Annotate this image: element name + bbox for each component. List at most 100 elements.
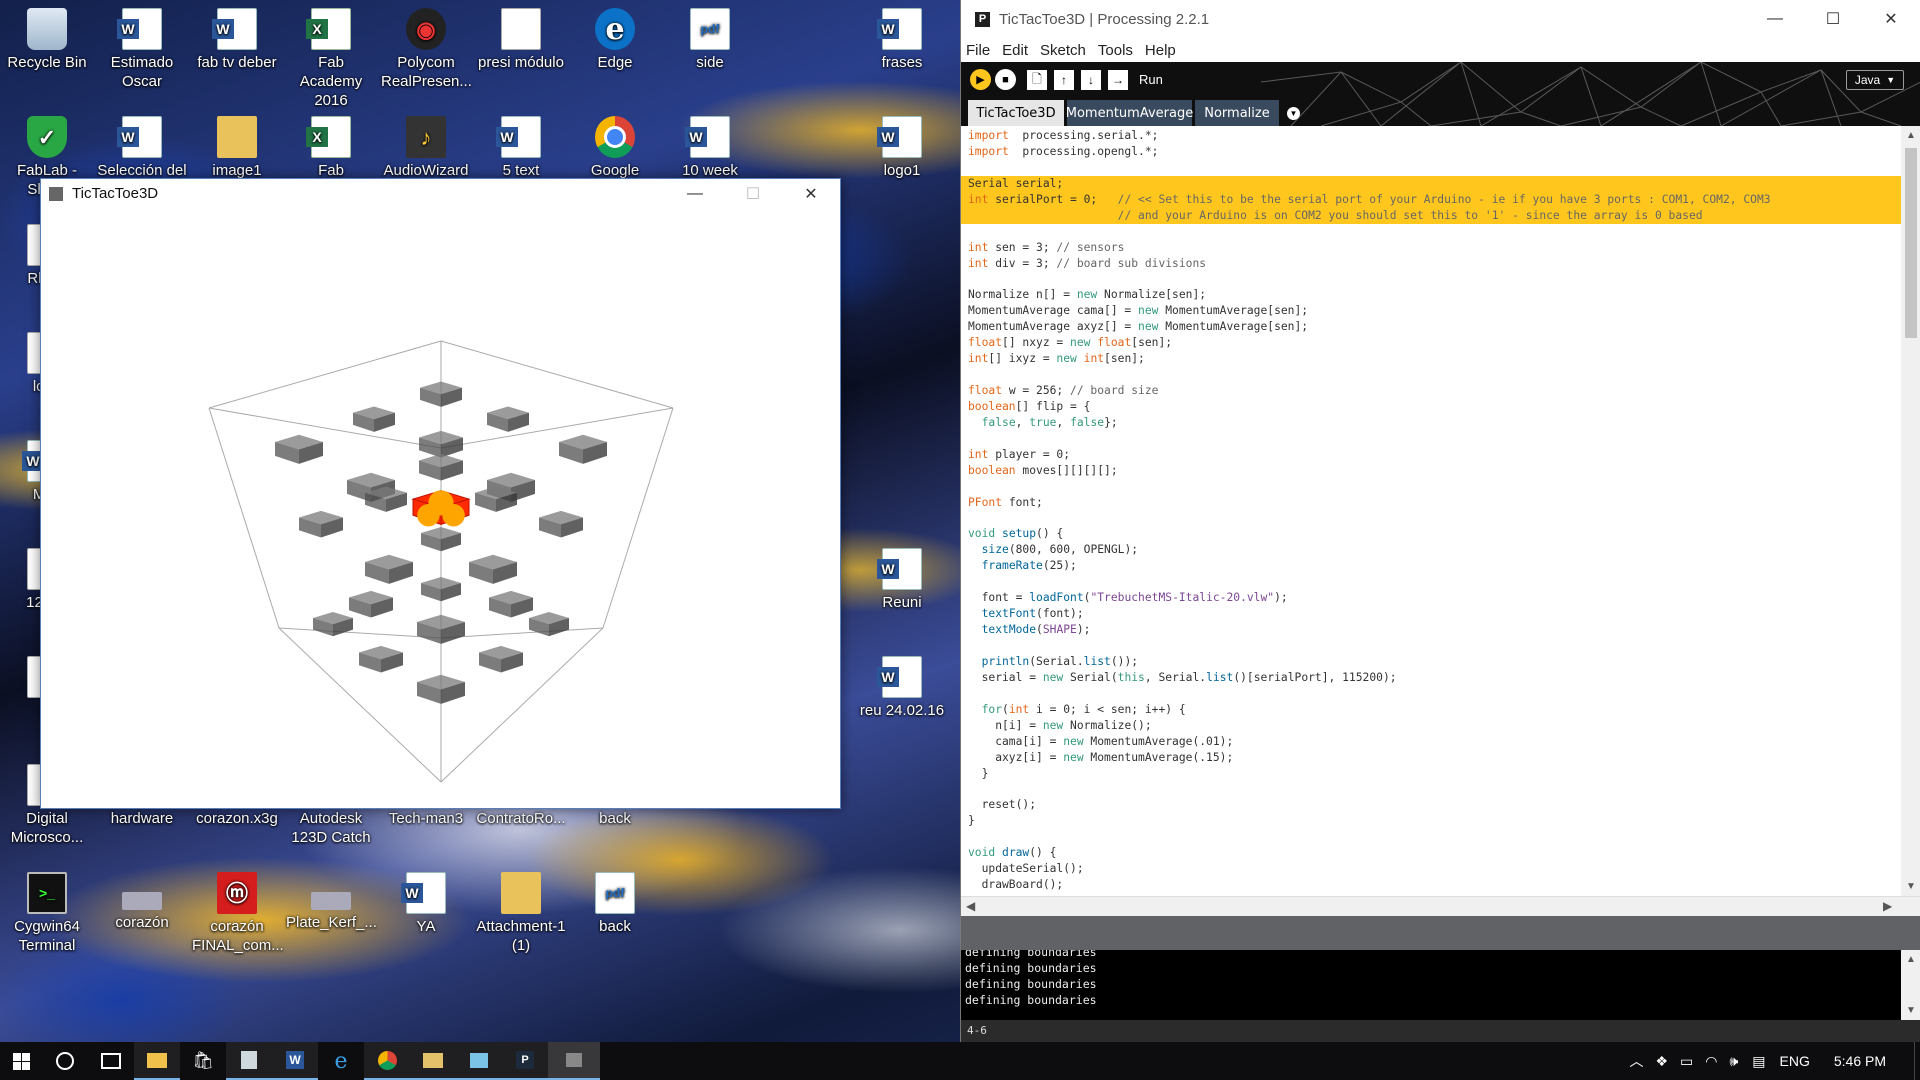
sketch-titlebar[interactable]: TicTacToe3D — ☐ ✕ (41, 179, 840, 208)
desktop-icon[interactable]: Estimado Oscar (97, 8, 187, 91)
show-hidden-icons-chevron-icon[interactable]: ︿ (1629, 1051, 1643, 1071)
code-line: float w = 256; // board size (968, 384, 1159, 397)
run-button[interactable]: ▶ (970, 69, 991, 90)
taskbar-processing[interactable]: P (502, 1042, 548, 1080)
board-frame-edge (278, 627, 442, 639)
tictactoe-3d-canvas[interactable] (41, 208, 840, 808)
desktop-icon[interactable]: Reuni (857, 548, 947, 612)
mode-selector[interactable]: Java ▼ (1846, 70, 1904, 90)
notification-icon[interactable]: ▤ (1752, 1053, 1765, 1070)
editor-horizontal-scrollbar[interactable]: ◀ ▶ (961, 896, 1920, 916)
desktop-icon[interactable]: >_ Cygwin64 Terminal (2, 872, 92, 955)
taskbar-folder[interactable] (410, 1042, 456, 1080)
taskbar-word[interactable]: W (272, 1042, 318, 1080)
open-sketch-button[interactable]: ↑ (1054, 70, 1074, 90)
desktop-icon[interactable]: Google (570, 116, 660, 180)
excel-doc-icon (306, 116, 351, 158)
volume-icon[interactable]: 🕪 (1729, 1053, 1738, 1070)
stop-button[interactable]: ■ (995, 69, 1016, 90)
close-button[interactable]: ✕ (782, 179, 840, 208)
desktop-icon[interactable]: presi módulo (476, 8, 566, 72)
tab-momentumaverage[interactable]: MomentumAverage (1066, 100, 1193, 126)
code-line: size(800, 600, OPENGL); (981, 543, 1139, 557)
desktop-icon[interactable]: reu 24.02.16 (857, 656, 947, 720)
desktop-icon[interactable]: pdf side (665, 8, 755, 72)
desktop-icon[interactable]: fab tv deber (192, 8, 282, 72)
dropbox-icon[interactable]: ❖ (1655, 1053, 1668, 1070)
desktop-icon[interactable]: ⓜ corazón FINAL_com... (192, 872, 284, 955)
code-line: int div = 3; // board sub divisions (968, 256, 1207, 270)
language-indicator[interactable]: ENG (1780, 1053, 1810, 1069)
taskbar-file-explorer[interactable] (134, 1042, 180, 1080)
wifi-icon[interactable]: ◠ (1705, 1053, 1717, 1070)
desktop-icon[interactable]: 10 week (665, 116, 755, 180)
ide-minimize-button[interactable]: — (1746, 5, 1804, 34)
desktop-icon[interactable]: 5 text (476, 116, 566, 180)
save-sketch-button[interactable]: ↓ (1081, 70, 1101, 90)
show-desktop-button[interactable] (1914, 1042, 1920, 1080)
desktop-icon[interactable]: image1 (192, 116, 282, 180)
console-scroll-down-arrow[interactable]: ▼ (1901, 1005, 1920, 1016)
menu-edit[interactable]: Edit (1002, 42, 1028, 59)
taskbar-chrome[interactable] (364, 1042, 410, 1080)
taskbar-paint[interactable] (456, 1042, 502, 1080)
menu-tools[interactable]: Tools (1098, 42, 1133, 59)
desktop-icon[interactable]: ◉ Polycom RealPresen... (381, 8, 472, 91)
editor-vertical-scrollbar[interactable]: ▲ ▼ (1901, 126, 1920, 896)
new-sketch-button[interactable]: 🗋 (1027, 70, 1047, 90)
desktop-icon[interactable]: pdf back (570, 872, 660, 936)
clock[interactable]: 5:46 PM (1834, 1053, 1886, 1069)
scroll-right-arrow[interactable]: ▶ (1883, 899, 1892, 913)
ide-titlebar[interactable]: P TicTacToe3D | Processing 2.2.1 — ☐ ✕ (961, 0, 1920, 38)
desktop-icon[interactable]: Selección del (97, 116, 187, 180)
console-scrollbar[interactable]: ▲ ▼ (1901, 950, 1920, 1020)
desktop-icon[interactable]: logo1 (857, 116, 947, 180)
desktop-icon[interactable]: Plate_Kerf_... (286, 872, 377, 932)
desktop-icon-label: frases (881, 54, 923, 71)
processing-ide-window[interactable]: P TicTacToe3D | Processing 2.2.1 — ☐ ✕ F… (960, 0, 1920, 1042)
taskbar-sketch-window[interactable] (548, 1042, 600, 1080)
ide-close-button[interactable]: ✕ (1862, 5, 1920, 34)
battery-icon[interactable]: ▭ (1680, 1053, 1693, 1070)
desktop-icon[interactable]: corazón (97, 872, 187, 932)
menu-help[interactable]: Help (1145, 42, 1176, 59)
scroll-down-arrow[interactable]: ▼ (1901, 881, 1920, 892)
desktop-icon[interactable]: Attachment-1 (1) (476, 872, 566, 955)
sketch-window[interactable]: TicTacToe3D — ☐ ✕ (40, 178, 841, 809)
start-button[interactable] (0, 1042, 42, 1080)
desktop-icon[interactable]: frases (857, 8, 947, 72)
scroll-up-arrow[interactable]: ▲ (1901, 130, 1920, 141)
menu-sketch[interactable]: Sketch (1040, 42, 1086, 59)
java-app-icon (566, 1053, 582, 1067)
export-button[interactable]: → (1108, 70, 1128, 90)
menu-file[interactable]: File (966, 42, 990, 59)
taskbar-notepad[interactable] (226, 1042, 272, 1080)
minimize-button[interactable]: — (666, 179, 724, 208)
task-view-button[interactable] (88, 1042, 134, 1080)
scroll-left-arrow[interactable]: ◀ (966, 899, 975, 913)
code-line: int sen = 3; // sensors (968, 240, 1125, 254)
taskbar-edge[interactable]: e (318, 1042, 364, 1080)
scroll-thumb[interactable] (1905, 148, 1917, 338)
desktop-icon[interactable]: e Edge (570, 8, 660, 72)
desktop-icon[interactable]: ♪ AudioWizard (381, 116, 471, 180)
maximize-button[interactable]: ☐ (724, 179, 782, 208)
console-output[interactable]: defining boundaries defining boundaries de… (961, 950, 1901, 1020)
taskbar-store[interactable]: 🛍 (180, 1042, 226, 1080)
code-line: void setup() { (968, 527, 1064, 541)
tab-normalize[interactable]: Normalize (1195, 100, 1279, 126)
desktop-icon[interactable]: Fab Academy 2016 (286, 8, 376, 110)
tab-menu-button[interactable]: ▼ (1287, 107, 1300, 120)
desktop-icon[interactable]: Recycle Bin (2, 8, 92, 72)
tab-tictactoe3d[interactable]: TicTacToe3D (968, 100, 1064, 126)
code-line: int serialPort = 0; // << Set this to be… (961, 191, 1901, 208)
desktop-icon[interactable]: YA (381, 872, 471, 936)
ide-maximize-button[interactable]: ☐ (1804, 5, 1862, 34)
desktop-icon-label: ContratoRo... (476, 810, 566, 827)
message-area (961, 916, 1920, 950)
code-editor[interactable]: import processing.serial.*; import proces… (961, 126, 1901, 896)
cortana-button[interactable] (42, 1042, 88, 1080)
code-line: font = loadFont("TrebuchetMS-Italic-20.v… (968, 591, 1288, 605)
console-scroll-up-arrow[interactable]: ▲ (1901, 954, 1920, 965)
